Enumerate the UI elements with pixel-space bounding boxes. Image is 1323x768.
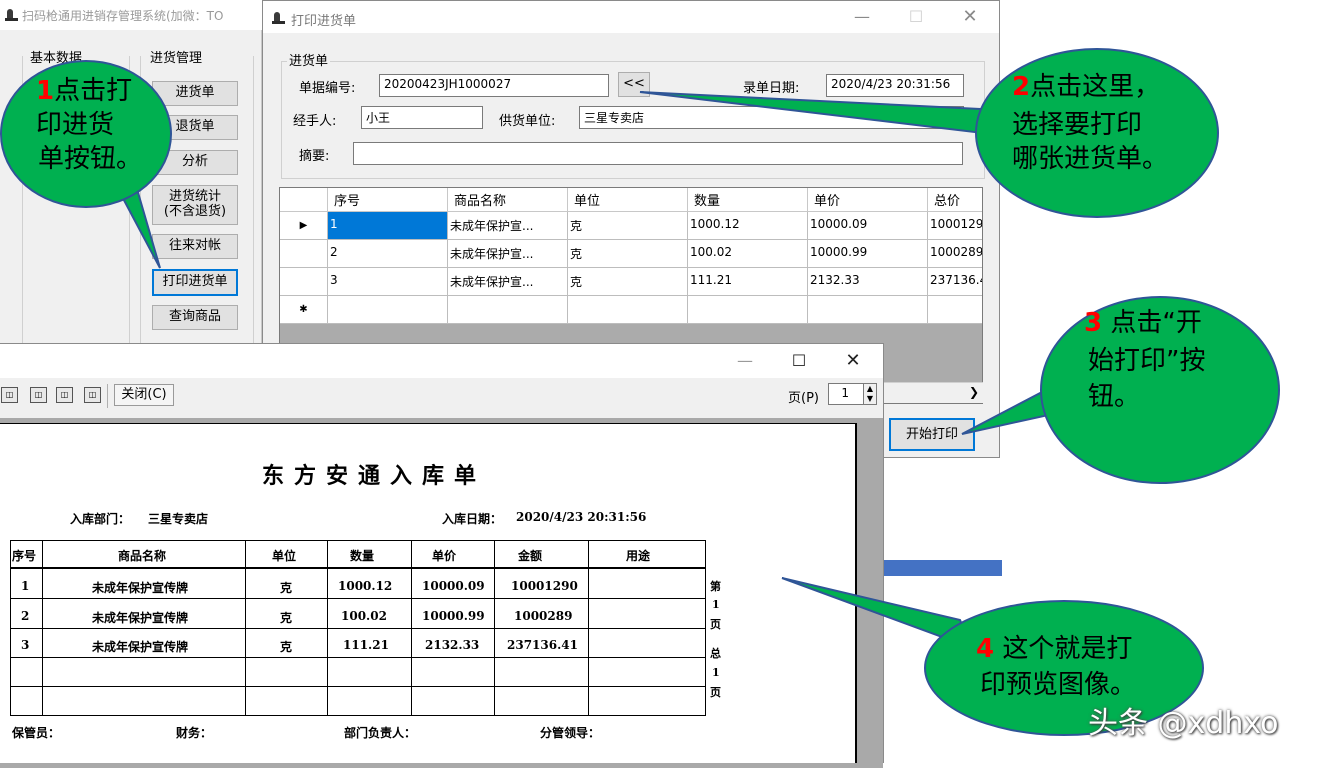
callout-3-line1: 3 点击“开 xyxy=(1084,308,1202,338)
callout-1-line2: 印进货 xyxy=(36,110,115,140)
callout-3-line3: 钮。 xyxy=(1088,382,1141,412)
callout-2-line2: 选择要打印 xyxy=(1012,110,1143,140)
callout-4-line2: 印预览图像。 xyxy=(980,670,1137,700)
callout-2-line1: 2点击这里， xyxy=(1012,72,1161,102)
callout-1-line3: 单按钮。 xyxy=(38,144,143,174)
callout2-pointer xyxy=(639,91,1010,138)
callout-3-line2: 始打印”按 xyxy=(1088,346,1206,376)
callout-1-line1: 1点击打 xyxy=(36,76,133,106)
callout-4-line1: 4 这个就是打 xyxy=(976,634,1133,664)
watermark: 头条 @xdhxo xyxy=(1088,706,1279,741)
callout-2-line3: 哪张进货单。 xyxy=(1012,144,1169,174)
